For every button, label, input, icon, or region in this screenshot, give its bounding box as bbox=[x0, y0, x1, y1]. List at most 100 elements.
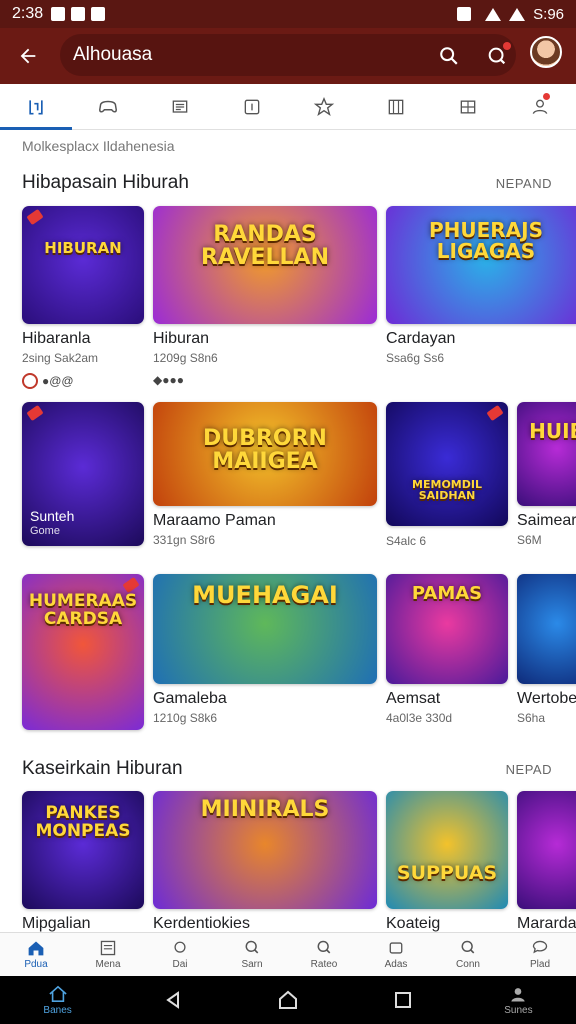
developer-logo-icon bbox=[22, 373, 38, 389]
notifications-button[interactable] bbox=[480, 39, 514, 73]
app-tile[interactable]: DUBRORN MAIIGEA Maraamo Paman 331gn S8r6 bbox=[153, 402, 377, 548]
nav-label: Sarn bbox=[241, 959, 263, 970]
tile-thumbnail: HUMERAAS CARDSA bbox=[22, 574, 144, 730]
film-icon bbox=[244, 99, 260, 114]
tile-thumbnail: Sunteh Gome bbox=[22, 402, 144, 546]
avatar[interactable] bbox=[530, 36, 562, 68]
home-outline-icon bbox=[48, 985, 67, 1002]
tile-meta: S6M bbox=[517, 533, 542, 547]
tab-games[interactable] bbox=[72, 84, 144, 129]
nav-item-search[interactable]: Sarn bbox=[216, 933, 288, 976]
discover-icon bbox=[174, 941, 186, 953]
app-tile[interactable]: PHUERAJS LIGAGAS Cardayan Ssa6g Ss6 bbox=[386, 206, 576, 389]
thumbnail-art: RANDAS RAVELLAN bbox=[200, 221, 329, 270]
tile-thumbnail: PANKES MONPEAS bbox=[22, 791, 144, 909]
app-tile[interactable]: PAMAS Aemsat 4a0l3e 330d bbox=[386, 574, 508, 730]
app-tile[interactable]: MIINIRALS Kerdentiokies bbox=[153, 791, 377, 932]
app-tile[interactable]: Wertobe S6ha bbox=[517, 574, 576, 730]
tab-kids[interactable] bbox=[288, 84, 360, 129]
thumbnail-art: MUEHAGAI bbox=[192, 580, 338, 609]
section-title: Kaseirkain Hiburan bbox=[22, 758, 183, 779]
search-button[interactable] bbox=[432, 39, 466, 73]
bottom-navigation: Pdua Mena Dai Sarn Rateo Adas Conn Plad bbox=[0, 932, 576, 976]
person-icon bbox=[511, 987, 526, 1001]
system-home-shortcut[interactable]: Banes bbox=[0, 985, 115, 1016]
app-tile[interactable]: Marardar bbox=[517, 791, 576, 932]
nav-item-ads[interactable]: Adas bbox=[360, 933, 432, 976]
tile-title: Hiburan bbox=[153, 330, 210, 347]
tile-thumbnail: PHUERAJS LIGAGAS bbox=[386, 206, 576, 324]
gamepad-icon bbox=[99, 100, 117, 113]
nav-item-discover[interactable]: Dai bbox=[144, 933, 216, 976]
tile-thumbnail: SUPPUAS bbox=[386, 791, 508, 909]
tile-meta: 1209g S8n6 bbox=[153, 351, 218, 365]
system-user-shortcut[interactable]: Sunes bbox=[461, 985, 576, 1016]
nav-label: Dai bbox=[172, 959, 188, 970]
app-tile[interactable]: MEMOMDIL SAIDHAN S4alc 6 bbox=[386, 402, 508, 548]
app-tile[interactable]: SUPPUAS Koateig bbox=[386, 791, 508, 932]
back-button[interactable] bbox=[0, 28, 56, 84]
app-tile[interactable]: HUMERAAS CARDSA bbox=[22, 574, 144, 730]
tab-movies[interactable] bbox=[216, 84, 288, 129]
tile-extra: ●@@ bbox=[22, 373, 144, 389]
nav-item-connect[interactable]: Conn bbox=[432, 933, 504, 976]
tile-thumbnail: PAMAS bbox=[386, 574, 508, 684]
app-tile[interactable]: RANDAS RAVELLAN Hiburan 1209g S8n6 ◆●●● bbox=[153, 206, 377, 389]
signal-icon bbox=[509, 7, 526, 21]
tile-thumbnail bbox=[517, 574, 576, 684]
status-time: 2:38 bbox=[12, 5, 44, 22]
nav-label: Conn bbox=[456, 959, 480, 970]
tile-title: Wertobe bbox=[517, 690, 576, 707]
tag-icon bbox=[486, 404, 504, 422]
app-tile[interactable]: Sunteh Gome bbox=[22, 402, 144, 548]
section-header: Kaseirkain Hiburan NEPAD bbox=[22, 758, 552, 780]
thumbnail-overlay: Sunteh Gome bbox=[30, 508, 74, 538]
thumbnail-art: MIINIRALS bbox=[200, 797, 330, 823]
home-pentagon-icon bbox=[279, 990, 297, 1009]
nav-item-rated[interactable]: Rateo bbox=[288, 933, 360, 976]
section-header: Hibapasain Hiburah NEPAND bbox=[22, 172, 552, 194]
expand-link[interactable]: NEPAND bbox=[496, 176, 552, 191]
tile-title: Hibaranla bbox=[22, 330, 91, 347]
system-back-button[interactable] bbox=[115, 990, 230, 1010]
nav-item-home[interactable]: Pdua bbox=[0, 933, 72, 976]
tab-apps[interactable] bbox=[360, 84, 432, 129]
notification-badge bbox=[543, 93, 550, 100]
app-tile[interactable]: PANKES MONPEAS Mipgalian bbox=[22, 791, 144, 932]
nav-label: Pdua bbox=[24, 959, 48, 970]
tile-thumbnail: MIINIRALS bbox=[153, 791, 377, 909]
tile-title: Mipgalian bbox=[22, 915, 91, 932]
system-recents-button[interactable] bbox=[346, 991, 461, 1009]
search-icon bbox=[461, 940, 475, 954]
content-sheet: Molkesplacx Ildahenesia Hibapasain Hibur… bbox=[0, 84, 576, 932]
app-tile[interactable]: HIBURAN Hibaranla 2sing Sak2am ●@@ bbox=[22, 206, 144, 389]
tile-title: Maraamo Paman bbox=[153, 512, 276, 529]
tile-title: Marardar bbox=[517, 915, 576, 932]
tile-extra: ◆●●● bbox=[153, 373, 377, 387]
app-tile[interactable]: MUEHAGAI Gamaleba 1210g S8k6 bbox=[153, 574, 377, 730]
tile-meta: Ssa6g Ss6 bbox=[386, 351, 445, 365]
layout-icon bbox=[460, 100, 476, 113]
thumbnail-art: PAMAS bbox=[411, 583, 483, 604]
tile-title: Kerdentiokies bbox=[153, 915, 250, 932]
tile-row: HIBURAN Hibaranla 2sing Sak2am ●@@ RANDA… bbox=[22, 206, 576, 389]
tile-row: PANKES MONPEAS Mipgalian MIINIRALS Kerde… bbox=[22, 791, 576, 932]
expand-link[interactable]: NEPAD bbox=[506, 762, 552, 777]
tab-account[interactable] bbox=[504, 84, 576, 129]
tile-row: HUMERAAS CARDSA MUEHAGAI Gamaleba 1210g … bbox=[22, 574, 576, 730]
notification-icon bbox=[71, 7, 86, 21]
tile-thumbnail: HIBURAN bbox=[22, 206, 144, 324]
tile-meta: 2sing Sak2am bbox=[22, 351, 99, 365]
tile-thumbnail bbox=[517, 791, 576, 909]
nav-item-menu[interactable]: Mena bbox=[72, 933, 144, 976]
tab-home[interactable] bbox=[0, 84, 72, 130]
tile-meta: 1210g S8k6 bbox=[153, 711, 218, 725]
tab-categories[interactable] bbox=[432, 84, 504, 129]
system-home-button[interactable] bbox=[230, 990, 345, 1010]
tab-books[interactable] bbox=[144, 84, 216, 129]
app-tile[interactable]: HUIB Saimear S6M bbox=[517, 402, 576, 548]
tag-icon bbox=[389, 942, 403, 954]
chat-icon bbox=[532, 940, 548, 954]
nav-item-place[interactable]: Plad bbox=[504, 933, 576, 976]
notification-icon bbox=[91, 7, 106, 21]
